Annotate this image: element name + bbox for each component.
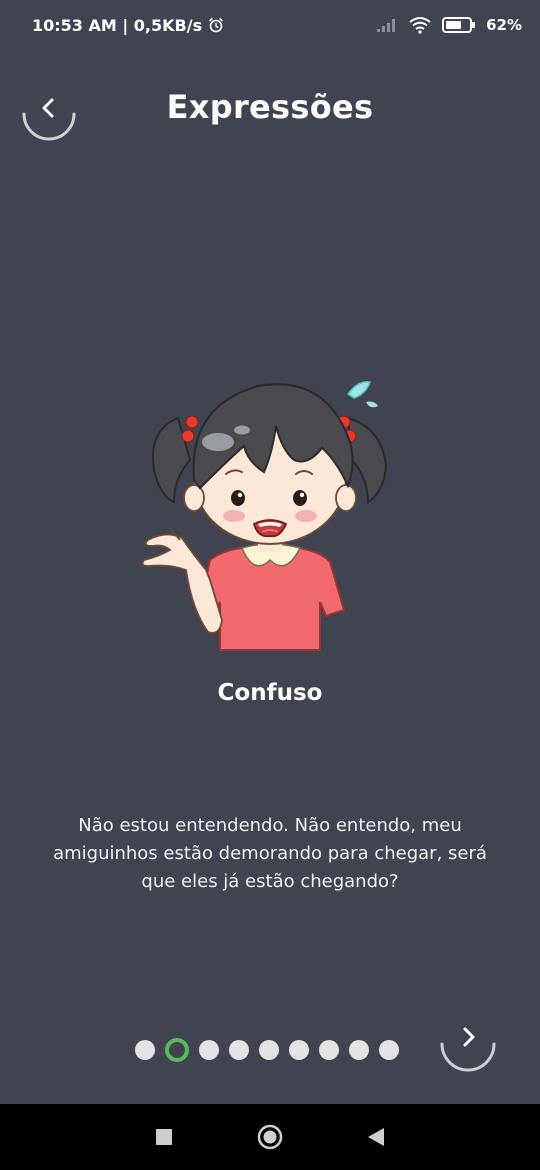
battery-level: 62% <box>486 16 522 34</box>
status-right: 62% <box>376 16 522 34</box>
pagination-dot[interactable] <box>349 1040 369 1060</box>
next-button[interactable] <box>438 1012 498 1072</box>
recent-apps-icon[interactable] <box>155 1128 173 1146</box>
back-icon[interactable] <box>367 1127 385 1147</box>
pagination-dot[interactable] <box>379 1040 399 1060</box>
status-left: 10:53 AM | 0,5KB/s <box>32 16 224 35</box>
wifi-icon <box>409 17 431 34</box>
signal-icon <box>377 19 396 32</box>
confused-girl-illustration <box>141 381 388 651</box>
expression-name: Confuso <box>217 680 323 706</box>
system-nav-bar <box>0 1104 540 1170</box>
alarm-icon <box>209 18 223 33</box>
pagination-dot-active[interactable] <box>165 1038 189 1062</box>
pagination-dot[interactable] <box>259 1040 279 1060</box>
page-title: Expressões <box>166 88 374 126</box>
pagination-dot[interactable] <box>135 1040 155 1060</box>
pagination-dots <box>135 1038 399 1062</box>
pagination-dot[interactable] <box>319 1040 339 1060</box>
pagination-dot[interactable] <box>199 1040 219 1060</box>
battery-icon <box>442 17 476 33</box>
home-icon[interactable] <box>257 1124 283 1150</box>
pagination-dot[interactable] <box>289 1040 309 1060</box>
expression-description: Não estou entendendo. Não entendo, meu a… <box>53 815 487 892</box>
pagination-dot[interactable] <box>229 1040 249 1060</box>
status-bar: 10:53 AM | 0,5KB/s 62% <box>0 0 540 50</box>
status-time-speed: 10:53 AM | 0,5KB/s <box>32 15 203 35</box>
button-arc-decoration <box>440 1042 496 1072</box>
